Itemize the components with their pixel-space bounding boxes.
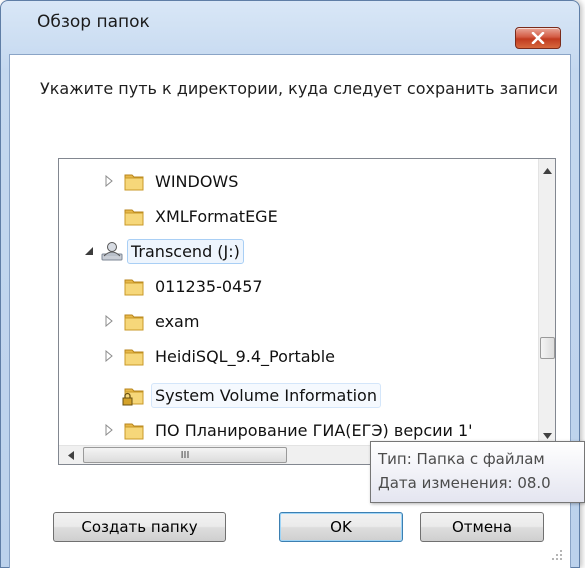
resize-grip-icon[interactable]: [550, 548, 564, 562]
horizontal-scroll-thumb[interactable]: III: [83, 447, 287, 463]
close-button[interactable]: [515, 27, 561, 49]
expand-arrow-icon[interactable]: [103, 175, 115, 187]
folder-icon: [124, 174, 144, 191]
ok-button-label: OK: [330, 518, 352, 536]
folder-icon: [124, 209, 144, 226]
arrow-down-icon: [543, 432, 552, 439]
user-drive-icon: [101, 242, 123, 261]
tree-item-label: System Volume Information: [151, 382, 381, 408]
tree-item-system-volume-information[interactable]: System Volume Information: [59, 380, 519, 410]
tree-item-label: 011235-0457: [155, 276, 263, 296]
tree-item-label: ПО Планирование ГИА(ЕГЭ) версии 1': [155, 420, 473, 440]
folder-icon: [124, 349, 144, 366]
tree-item-windows[interactable]: WINDOWS: [59, 166, 519, 196]
collapse-arrow-icon[interactable]: [83, 245, 95, 257]
folder-info-tooltip: Тип: Папка с файлам Дата изменения: 08.0: [370, 441, 585, 503]
new-folder-button-label: Создать папку: [81, 518, 198, 536]
tree-item-label: Transcend (J:): [127, 238, 244, 264]
scroll-up-button[interactable]: [539, 162, 555, 179]
scroll-left-button[interactable]: [62, 447, 79, 464]
tree-item-transcend-drive[interactable]: Transcend (J:): [59, 236, 519, 266]
tree-item-exam[interactable]: exam: [59, 306, 519, 336]
arrow-left-icon: [67, 451, 74, 460]
instruction-text: Укажите путь к директории, куда следует …: [40, 79, 558, 98]
folder-icon: [124, 314, 144, 331]
vertical-scrollbar[interactable]: [538, 159, 555, 446]
title-bar[interactable]: Обзор папок: [1, 1, 579, 49]
cancel-button-label: Отмена: [451, 518, 513, 536]
tree-item-label: exam: [155, 311, 200, 331]
expand-arrow-icon[interactable]: [103, 424, 115, 436]
close-icon: [531, 32, 545, 44]
ok-button[interactable]: OK: [279, 512, 403, 542]
tree-item-xmlformatege[interactable]: XMLFormatEGE: [59, 201, 519, 231]
locked-folder-icon: [122, 388, 144, 406]
tree-item-label: XMLFormatEGE: [155, 206, 278, 226]
vertical-scroll-thumb[interactable]: [540, 337, 555, 359]
folder-icon: [124, 279, 144, 296]
arrow-up-icon: [543, 167, 552, 174]
tooltip-date-line: Дата изменения: 08.0: [378, 474, 551, 492]
expand-arrow-icon[interactable]: [103, 350, 115, 362]
scroll-grip-marks: III: [180, 449, 190, 461]
folder-tree-view[interactable]: WINDOWS XMLFormatEGE Transcend (J:) 0112…: [58, 158, 556, 465]
tooltip-type-line: Тип: Папка с файлам: [378, 450, 545, 468]
tree-item-label: HeidiSQL_9.4_Portable: [155, 346, 335, 366]
folder-icon: [124, 423, 144, 440]
tree-item-heidisql[interactable]: HeidiSQL_9.4_Portable: [59, 341, 519, 371]
new-folder-button[interactable]: Создать папку: [53, 512, 226, 542]
expand-arrow-icon[interactable]: [103, 315, 115, 327]
tree-item-011235-0457[interactable]: 011235-0457: [59, 271, 519, 301]
cancel-button[interactable]: Отмена: [420, 512, 544, 542]
tree-item-label: WINDOWS: [155, 171, 239, 191]
window-title: Обзор папок: [37, 12, 150, 32]
